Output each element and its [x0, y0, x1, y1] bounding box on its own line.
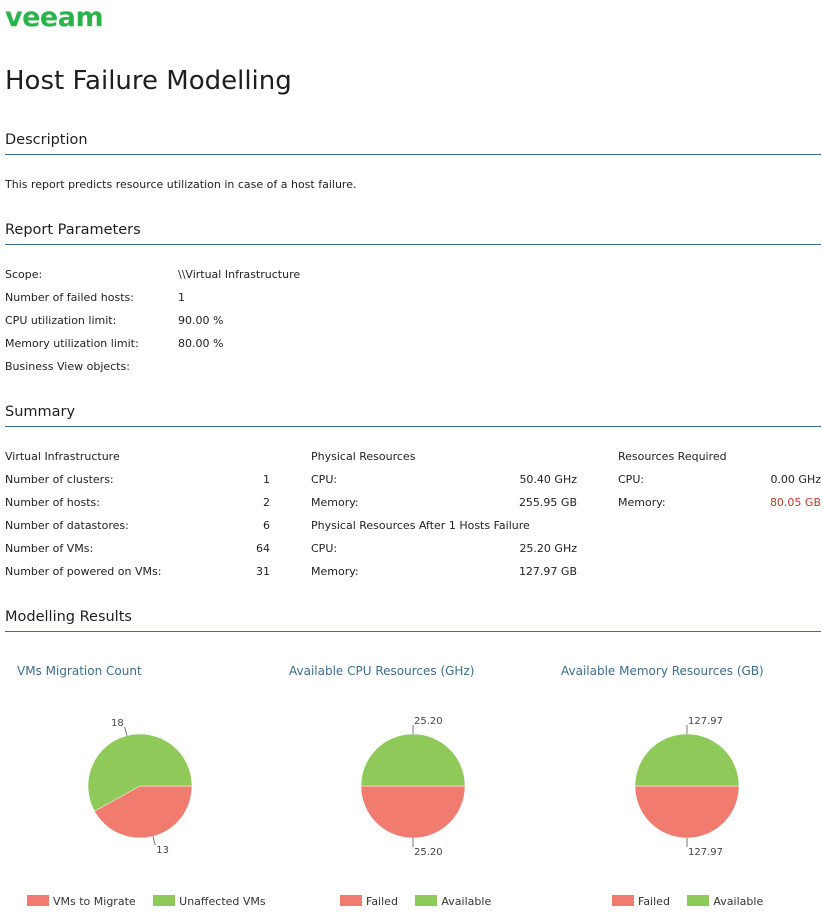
legend-label: VMs to Migrate	[53, 895, 136, 908]
legend-label: Available	[441, 895, 492, 908]
summary-label: Number of datastores:	[5, 519, 129, 532]
summary-row: Number of powered on VMs: 31	[5, 565, 270, 579]
legend-label: Unaffected VMs	[179, 895, 266, 908]
report-parameters-heading: Report Parameters	[5, 222, 821, 246]
summary-value: 50.40 GHz	[519, 473, 577, 486]
summary-value: 127.97 GB	[518, 565, 577, 578]
summary-value: 25.20 GHz	[519, 542, 577, 555]
summary-row: Number of clusters: 1	[5, 473, 270, 487]
param-value: \\Virtual Infrastructure	[178, 268, 301, 281]
summary-label: Memory:	[618, 496, 666, 509]
summary-label: Memory:	[311, 496, 359, 509]
pie-chart-cpu-resources: 25.20 25.20	[360, 716, 466, 858]
summary-value: 0.00 GHz	[770, 473, 821, 486]
summary-label: Number of clusters:	[5, 473, 114, 486]
param-value: 1	[178, 291, 185, 304]
legend-label: Available	[713, 895, 764, 908]
summary-heading: Summary	[5, 404, 821, 428]
pie-data-label: 25.20	[414, 847, 443, 858]
summary-row: CPU: 50.40 GHz	[311, 473, 577, 487]
legend-item: Failed	[340, 895, 398, 908]
pie-chart-memory-resources: 127.97 127.97	[634, 716, 740, 858]
summary-label: Memory:	[311, 565, 359, 578]
summary-column-title: Resources Required	[618, 450, 727, 463]
summary-row: Memory: 80.05 GB	[618, 496, 821, 510]
summary-label: Number of VMs:	[5, 542, 94, 555]
legend-swatch	[612, 895, 634, 906]
summary-label: Number of powered on VMs:	[5, 565, 162, 578]
param-label: Number of failed hosts:	[5, 291, 134, 304]
summary-row: Memory: 127.97 GB	[311, 565, 577, 579]
summary-row: Memory: 255.95 GB	[311, 496, 577, 510]
pie-slice	[634, 785, 740, 839]
summary-value: 31	[256, 565, 270, 578]
summary-value-highlight: 80.05 GB	[769, 496, 821, 509]
summary-row: Number of VMs: 64	[5, 542, 270, 556]
legend-swatch	[687, 895, 710, 906]
summary-row: Number of datastores: 6	[5, 519, 270, 533]
pie-leader-line	[152, 836, 156, 846]
legend-item: Failed	[612, 895, 670, 908]
description-text: This report predicts resource utilizatio…	[5, 178, 357, 191]
summary-label: Number of hosts:	[5, 496, 100, 509]
pie-data-label: 25.20	[414, 716, 443, 727]
param-label: Business View objects:	[5, 360, 130, 373]
pie-slice	[634, 733, 740, 787]
pie-slice	[360, 733, 466, 787]
summary-label: CPU:	[311, 473, 338, 486]
param-label: Memory utilization limit:	[5, 337, 139, 350]
summary-row: CPU: 25.20 GHz	[311, 542, 577, 556]
legend-item: Available	[415, 895, 491, 908]
description-heading: Description	[5, 132, 821, 156]
summary-value: 6	[263, 519, 270, 532]
chart-legend: Failed Available	[612, 895, 777, 908]
summary-column-title: Physical Resources	[311, 450, 416, 463]
param-label: CPU utilization limit:	[5, 314, 117, 327]
chart-title: VMs Migration Count	[17, 664, 142, 678]
pie-data-label: 127.97	[688, 847, 723, 858]
pie-data-label: 18	[111, 718, 124, 729]
pie-data-label: 127.97	[688, 716, 723, 727]
chart-title: Available Memory Resources (GB)	[561, 664, 764, 678]
summary-column-title: Virtual Infrastructure	[5, 450, 120, 463]
summary-column-title: Physical Resources After 1 Hosts Failure	[311, 519, 530, 532]
legend-label: Failed	[366, 895, 398, 908]
legend-swatch	[415, 895, 438, 906]
summary-value: 1	[263, 473, 270, 486]
chart-title: Available CPU Resources (GHz)	[289, 664, 475, 678]
legend-label: Failed	[638, 895, 670, 908]
legend-swatch	[27, 895, 49, 906]
summary-label: CPU:	[618, 473, 645, 486]
summary-value: 2	[263, 496, 270, 509]
pie-data-label: 13	[156, 845, 169, 856]
pie-leader-line	[124, 726, 128, 736]
page-title: Host Failure Modelling	[5, 66, 292, 96]
legend-swatch	[340, 895, 362, 906]
param-value: 90.00 %	[178, 314, 224, 327]
summary-row: Number of hosts: 2	[5, 496, 270, 510]
legend-swatch	[153, 895, 176, 906]
chart-legend: Failed Available	[340, 895, 505, 908]
summary-value: 64	[256, 542, 270, 555]
pie-slice	[360, 785, 466, 839]
summary-label: CPU:	[311, 542, 338, 555]
legend-item: Available	[687, 895, 763, 908]
veeam-logo: veeam	[5, 2, 104, 33]
pie-chart-vms-migration: 13 18	[87, 718, 193, 856]
param-value: 80.00 %	[178, 337, 224, 350]
chart-legend: VMs to Migrate Unaffected VMs	[27, 895, 280, 908]
modelling-results-heading: Modelling Results	[5, 609, 821, 633]
summary-value: 255.95 GB	[518, 496, 577, 509]
legend-item: VMs to Migrate	[27, 895, 136, 908]
param-label: Scope:	[5, 268, 43, 281]
legend-item: Unaffected VMs	[153, 895, 266, 908]
summary-row: CPU: 0.00 GHz	[618, 473, 821, 487]
